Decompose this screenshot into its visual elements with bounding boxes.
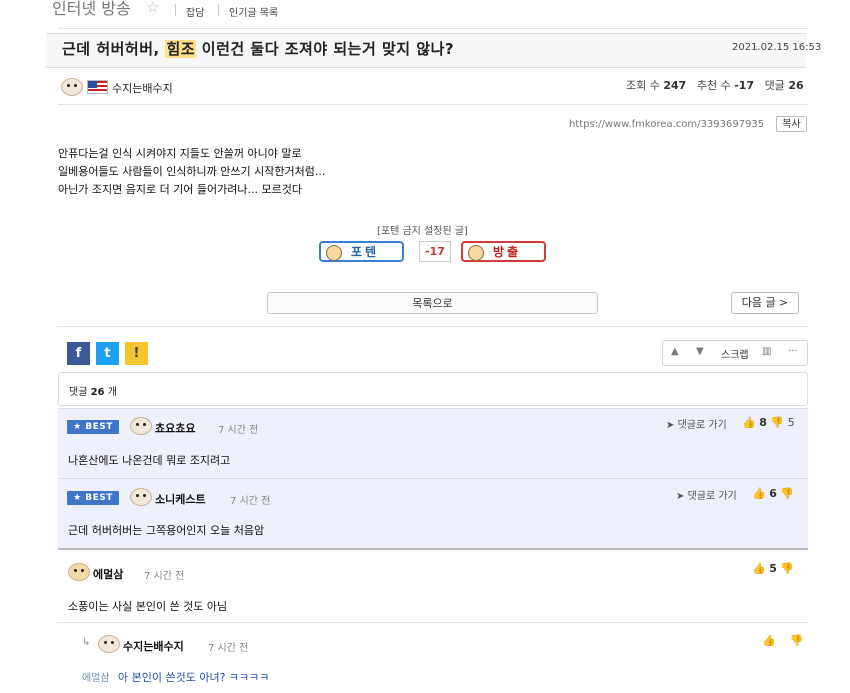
copy-url-button[interactable]: 복사 (776, 116, 807, 132)
go-to-comment-link[interactable]: ➤ 댓글로 가기 (666, 416, 727, 431)
comment-author[interactable]: 소니케스트 (155, 491, 206, 507)
thumb-up-icon[interactable]: 👍 (762, 634, 776, 647)
thumb-down-icon[interactable]: 👎 (790, 634, 804, 647)
thumb-down-icon[interactable]: 👎 (780, 487, 794, 500)
comment-votes: 👍 5 👎 (752, 562, 795, 575)
comment-author[interactable]: 수지는배수지 (123, 638, 184, 654)
nav-popular-link[interactable]: 인기글 목록 (229, 4, 278, 19)
reply-target[interactable]: 에멀삼 (82, 669, 110, 684)
scroll-up-icon[interactable]: ▲ (671, 346, 679, 357)
comment-votes: 👍 6 👎 (752, 487, 795, 500)
comment-body: 근데 허버허버는 그쪽용어인지 오늘 처음암 (68, 524, 265, 537)
vote-score: -17 (419, 241, 451, 262)
post-stats: 조회 수 247 추천 수 -17 댓글 26 (626, 79, 804, 92)
comment-votes: 👍 👎 (762, 634, 803, 647)
upvote-button[interactable]: 포텐 (319, 241, 404, 262)
reply-arrow-icon: ↳ (82, 637, 91, 648)
divider (58, 622, 808, 623)
favorite-star-icon[interactable]: ☆ (146, 0, 159, 16)
more-options-icon[interactable]: ··· (788, 346, 798, 357)
title-highlight: 힘조 (165, 40, 197, 58)
comment-author[interactable]: 쵸요쵸요 (155, 420, 195, 436)
comment-time: 7 시간 전 (208, 643, 249, 654)
vote-caption: [포텐 금지 설정된 글] (377, 226, 468, 237)
comment-count-box (58, 372, 808, 406)
thumb-down-icon[interactable]: 👎 (780, 562, 794, 575)
comment-time: 7 시간 전 (218, 425, 259, 436)
divider (58, 28, 808, 29)
thumb-up-icon[interactable]: 👍 (752, 487, 766, 500)
board-title[interactable]: 인터넷 방송 (52, 0, 131, 19)
smile-face-icon (326, 245, 342, 261)
angry-face-icon (468, 245, 484, 261)
kakao-share-icon[interactable]: ! (125, 342, 148, 365)
thumb-down-icon[interactable]: 👎 (770, 416, 784, 429)
best-badge: ★ BEST (67, 420, 119, 434)
list-button[interactable]: 목록으로 (267, 292, 598, 314)
post-author[interactable]: 수지는배수지 (112, 80, 173, 96)
facebook-share-icon[interactable]: f (67, 342, 90, 365)
comment-time: 7 시간 전 (144, 571, 185, 582)
commenter-avatar[interactable] (98, 635, 120, 653)
nav-separator (175, 4, 176, 16)
twitter-share-icon[interactable]: t (96, 342, 119, 365)
divider (58, 326, 808, 327)
post-body-line: 안퓨다는걸 인식 시켜야지 지들도 안쓸꺼 아니야 말로 (58, 147, 302, 160)
downvote-button[interactable]: 방출 (461, 241, 546, 262)
divider (58, 104, 808, 105)
thumb-up-icon[interactable]: 👍 (752, 562, 766, 575)
nav-chat-link[interactable]: 잡담 (186, 4, 204, 19)
post-body-line: 일베용어들도 사람들이 인식하니까 안쓰기 시작한거처럼... (58, 165, 326, 178)
best-badge: ★ BEST (67, 491, 119, 505)
nav-separator (218, 4, 219, 16)
post-date: 2021.02.15 16:53 (732, 42, 822, 53)
comment-body: 소풍이는 사실 본인이 쓴 것도 아님 (68, 600, 228, 613)
comment-body: 아 본인이 쓴것도 아녀? ㅋㅋㅋㅋ (118, 671, 270, 684)
post-toolbar: ▲ ▼ 스크랩 ▥ ··· (662, 340, 808, 366)
comment-author[interactable]: 에멀삼 (93, 566, 123, 582)
us-flag-icon (87, 80, 108, 94)
best-section-divider (58, 548, 808, 550)
comment-votes: 👍 8 👎 5 (742, 416, 795, 429)
comment-time: 7 시간 전 (230, 496, 271, 507)
author-avatar[interactable] (61, 78, 83, 96)
go-to-comment-link[interactable]: ➤ 댓글로 가기 (676, 487, 737, 502)
commenter-avatar[interactable] (68, 563, 90, 581)
stats-chart-icon[interactable]: ▥ (762, 346, 771, 357)
post-url[interactable]: https://www.fmkorea.com/3393697935 (569, 119, 764, 130)
thumb-up-icon[interactable]: 👍 (742, 416, 756, 429)
commenter-avatar[interactable] (130, 488, 152, 506)
scrap-button[interactable]: 스크랩 (721, 346, 749, 361)
commenter-avatar[interactable] (130, 417, 152, 435)
next-post-button[interactable]: 다음 글 > (731, 292, 799, 314)
scroll-down-icon[interactable]: ▼ (696, 346, 704, 357)
comment-count: 댓글 26 개 (69, 387, 117, 398)
comment-body: 나혼산에도 나온건데 뭐로 조지려고 (68, 454, 231, 467)
post-body-line: 아닌가 조지면 음지로 더 기어 들어가려나... 모르것다 (58, 183, 302, 196)
post-title: 근데 허버허버, 힘조 이런건 둘다 조져야 되는거 맞지 않나? (62, 40, 455, 58)
